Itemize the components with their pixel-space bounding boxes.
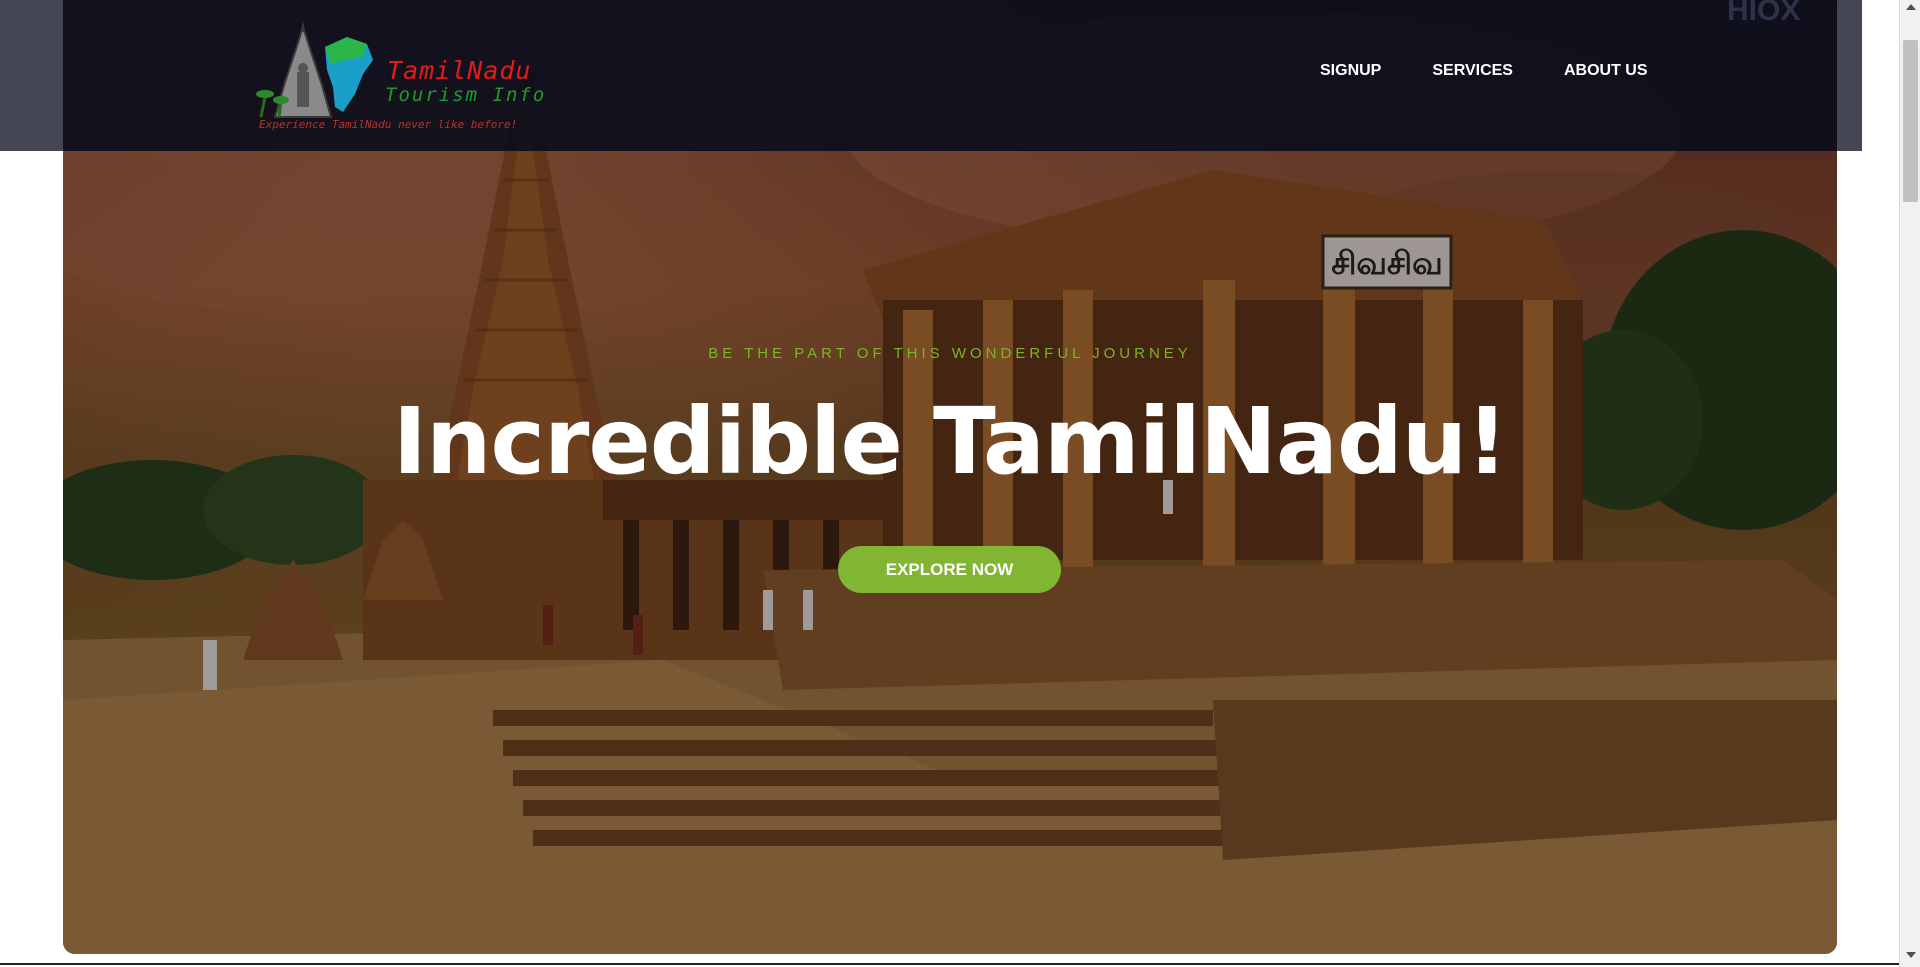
watermark-text: HIOX: [1727, 0, 1801, 27]
explore-now-button[interactable]: EXPLORE NOW: [838, 546, 1061, 593]
logo-title: TamilNadu: [387, 56, 532, 85]
scroll-down-arrow-icon[interactable]: [1906, 952, 1916, 958]
hero-headline: Incredible TamilNadu!: [392, 388, 1509, 495]
nav-link-about-us[interactable]: ABOUT US: [1564, 62, 1648, 80]
scroll-thumb[interactable]: [1903, 40, 1918, 202]
nav-link-services[interactable]: SERVICES: [1432, 62, 1513, 80]
logo-subtitle: Tourism Info: [385, 84, 547, 106]
nav-link-signup[interactable]: SIGNUP: [1320, 62, 1381, 80]
nav-menu: SIGNUP SERVICES ABOUT US: [1320, 62, 1648, 80]
hero-kicker: BE THE PART OF THIS WONDERFUL JOURNEY: [708, 345, 1192, 362]
bottom-divider: [0, 963, 1899, 965]
logo-tagline: Experience TamilNadu never like before!: [259, 118, 518, 131]
top-navbar: TamilNadu Tourism Info Experience TamilN…: [0, 0, 1862, 151]
temple-signboard-text: சிவசிவ: [1331, 244, 1443, 282]
logo-temple-map-icon: [256, 20, 373, 118]
site-logo[interactable]: TamilNadu Tourism Info Experience TamilN…: [255, 12, 544, 134]
scroll-up-arrow-icon[interactable]: [1906, 4, 1916, 10]
page-scrollbar[interactable]: [1899, 0, 1920, 967]
